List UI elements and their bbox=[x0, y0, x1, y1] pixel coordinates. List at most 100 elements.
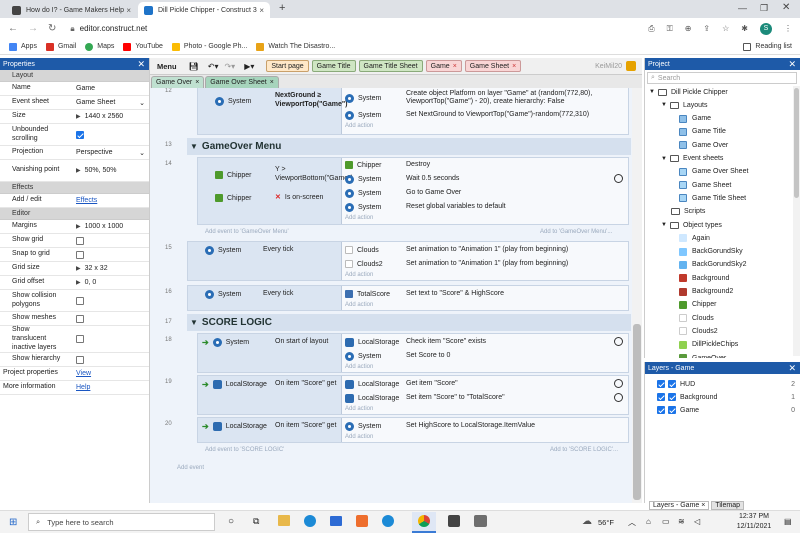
close-panel-icon[interactable]: ✕ bbox=[137, 59, 145, 70]
cortana-icon[interactable]: ○ bbox=[228, 516, 234, 527]
action-row[interactable]: LocalStorage Set item "Score" to "TotalS… bbox=[345, 391, 627, 405]
task-view-icon[interactable]: ⧉ bbox=[253, 516, 259, 527]
view-link[interactable]: View bbox=[76, 370, 91, 377]
close-tab-icon[interactable]: × bbox=[126, 6, 131, 15]
expand-triangle-icon[interactable]: ▶ bbox=[76, 167, 81, 174]
condition-block[interactable]: ➔ System On start of layout bbox=[198, 334, 342, 372]
add-to-group-link[interactable]: Add to 'GameOver Menu'... bbox=[540, 229, 612, 235]
action-row[interactable]: System Create object Platform on layer "… bbox=[345, 88, 627, 108]
url-field[interactable]: editor.construct.net bbox=[80, 24, 148, 33]
tab-tilemap[interactable]: Tilemap bbox=[711, 500, 744, 510]
show-collision-checkbox[interactable] bbox=[76, 296, 84, 305]
add-action-link[interactable]: Add action bbox=[345, 302, 373, 308]
tab-game[interactable]: Game × bbox=[425, 60, 462, 72]
event-18[interactable]: ➔ System On start of layout LocalStorage … bbox=[197, 333, 629, 373]
close-tab-icon[interactable]: × bbox=[195, 79, 199, 86]
store-icon[interactable] bbox=[356, 515, 368, 527]
app-icon[interactable] bbox=[448, 515, 460, 527]
add-action-link[interactable]: Add action bbox=[345, 364, 373, 370]
bookmark-youtube[interactable]: YouTube bbox=[123, 42, 163, 51]
temperature-label[interactable]: 56°F bbox=[598, 518, 614, 527]
condition-row[interactable]: System NextGround ≥ ViewportTop("Game") bbox=[198, 90, 348, 112]
action-row[interactable]: System Wait 0.5 seconds bbox=[345, 172, 627, 186]
bookmark-maps[interactable]: Maps bbox=[85, 42, 114, 51]
add-action-link[interactable]: Add action bbox=[345, 272, 373, 278]
prop-show-meshes[interactable]: Show meshes bbox=[0, 312, 149, 326]
add-event-link[interactable]: Add event bbox=[177, 465, 204, 471]
layer-visible-checkbox[interactable] bbox=[657, 406, 665, 414]
account-icon[interactable] bbox=[626, 61, 636, 71]
project-tree-item[interactable]: BackGorundSky2 bbox=[679, 259, 746, 271]
tab-start-page[interactable]: Start page bbox=[266, 60, 309, 72]
condition-block[interactable]: ➔ LocalStorage On item "Score" get bbox=[198, 418, 342, 442]
bookmark-gmail[interactable]: Gmail bbox=[45, 42, 76, 51]
add-action-link[interactable]: Add action bbox=[345, 123, 373, 129]
action-row[interactable]: Chipper Destroy bbox=[345, 158, 627, 172]
doc-tab-game-over[interactable]: Game Over × bbox=[151, 76, 205, 88]
prop-show-grid[interactable]: Show grid bbox=[0, 234, 149, 248]
prop-show-hierarchy[interactable]: Show hierarchy bbox=[0, 353, 149, 368]
condition-block[interactable]: Chipper Y > ViewportBottom("Game") Chipp… bbox=[198, 158, 353, 224]
tray-chevron-icon[interactable]: ︿ bbox=[628, 517, 636, 528]
project-tree-item[interactable]: Background bbox=[679, 272, 729, 284]
project-tree-item[interactable]: Game Sheet bbox=[679, 179, 731, 191]
prop-more-information[interactable]: More information Help bbox=[0, 381, 149, 396]
show-grid-checkbox[interactable] bbox=[76, 236, 84, 245]
tab-game-title-sheet[interactable]: Game Title Sheet bbox=[358, 60, 423, 72]
condition-block[interactable]: System Every tick bbox=[188, 286, 342, 310]
event-20[interactable]: ➔ LocalStorage On item "Score" get System… bbox=[197, 417, 629, 443]
chrome-taskbar-item[interactable] bbox=[412, 512, 436, 533]
save-icon[interactable]: 💾︎ bbox=[189, 62, 199, 71]
condition-row[interactable]: ➔ LocalStorage On item "Score" get bbox=[198, 377, 342, 391]
condition-row[interactable]: ➔ System On start of layout bbox=[198, 335, 342, 349]
show-hierarchy-checkbox[interactable] bbox=[76, 355, 84, 364]
condition-block[interactable]: System NextGround ≥ ViewportTop("Game") bbox=[198, 88, 348, 134]
add-event-to-group-link[interactable]: Add event to 'SCORE LOGIC' bbox=[205, 447, 284, 453]
help-link[interactable]: Help bbox=[76, 384, 90, 391]
condition-row[interactable]: Chipper Y > ViewportBottom("Game") bbox=[198, 160, 353, 190]
project-tree-item[interactable]: Clouds bbox=[679, 312, 714, 324]
volume-icon[interactable]: ◁ bbox=[694, 517, 700, 526]
edge-icon[interactable] bbox=[382, 515, 394, 527]
project-tree-item[interactable]: Clouds2 bbox=[679, 325, 718, 337]
reload-icon[interactable]: ↻ bbox=[48, 23, 56, 34]
project-tree-item[interactable]: Again bbox=[679, 232, 710, 244]
menu-button[interactable]: Menu bbox=[153, 60, 181, 72]
doc-tab-game-over-sheet[interactable]: Game Over Sheet × bbox=[205, 76, 279, 88]
project-tree-item[interactable]: Game Over Sheet bbox=[679, 166, 748, 178]
key-icon[interactable]: ⚿ bbox=[667, 24, 673, 34]
action-row[interactable]: Clouds Set animation to "Animation 1" (p… bbox=[345, 243, 627, 257]
share-icon[interactable]: ⇪ bbox=[703, 24, 710, 33]
expand-triangle-icon[interactable]: ▼ bbox=[649, 89, 655, 95]
add-action-link[interactable]: Add action bbox=[345, 434, 373, 440]
windows-start-icon[interactable]: ⊞ bbox=[9, 517, 17, 528]
expand-triangle-icon[interactable]: ▶ bbox=[76, 223, 81, 230]
collapse-triangle-icon[interactable]: ▼ bbox=[190, 142, 198, 151]
browser-tab-2[interactable]: Dill Pickle Chipper - Construct 3 × bbox=[138, 2, 270, 18]
reading-list-link[interactable]: Reading list bbox=[743, 42, 792, 51]
prop-add-edit[interactable]: Add / edit Effects bbox=[0, 194, 149, 208]
tab-game-title[interactable]: Game Title bbox=[311, 60, 356, 72]
project-tree-item[interactable]: Game Over bbox=[679, 139, 728, 151]
add-to-group-link[interactable]: Add to 'SCORE LOGIC'... bbox=[550, 447, 618, 453]
prop-size[interactable]: Size ▶ 1440 x 2560 bbox=[0, 110, 149, 124]
twitch-icon[interactable] bbox=[474, 515, 487, 527]
play-icon[interactable]: ▶▾ bbox=[244, 62, 254, 71]
add-event-to-group-link[interactable]: Add event to 'GameOver Menu' bbox=[205, 229, 289, 235]
section-layout[interactable]: Layout bbox=[0, 70, 149, 82]
event-15[interactable]: System Every tick Clouds Set animation t… bbox=[187, 241, 629, 281]
clock-time[interactable]: 12:37 PM bbox=[734, 513, 774, 520]
add-action-link[interactable]: Add action bbox=[345, 215, 373, 221]
condition-row[interactable]: System Every tick bbox=[188, 243, 342, 257]
expand-triangle-icon[interactable]: ▼ bbox=[661, 102, 667, 108]
zoom-icon[interactable]: ⊕ bbox=[685, 24, 692, 33]
layer-lock-checkbox[interactable] bbox=[668, 393, 676, 401]
close-window-icon[interactable]: ✕ bbox=[782, 2, 790, 13]
star-icon[interactable]: ☆ bbox=[722, 24, 729, 33]
dropdown-chevron-icon[interactable]: ⌄ bbox=[139, 99, 145, 107]
clock-date[interactable]: 12/11/2021 bbox=[734, 523, 774, 530]
taskbar-search-box[interactable]: ⌕ Type here to search bbox=[28, 513, 215, 531]
wifi-icon[interactable]: ≋ bbox=[678, 517, 685, 526]
bookmark-photo[interactable]: Photo - Google Ph... bbox=[171, 42, 247, 51]
forward-icon[interactable]: → bbox=[28, 23, 38, 34]
